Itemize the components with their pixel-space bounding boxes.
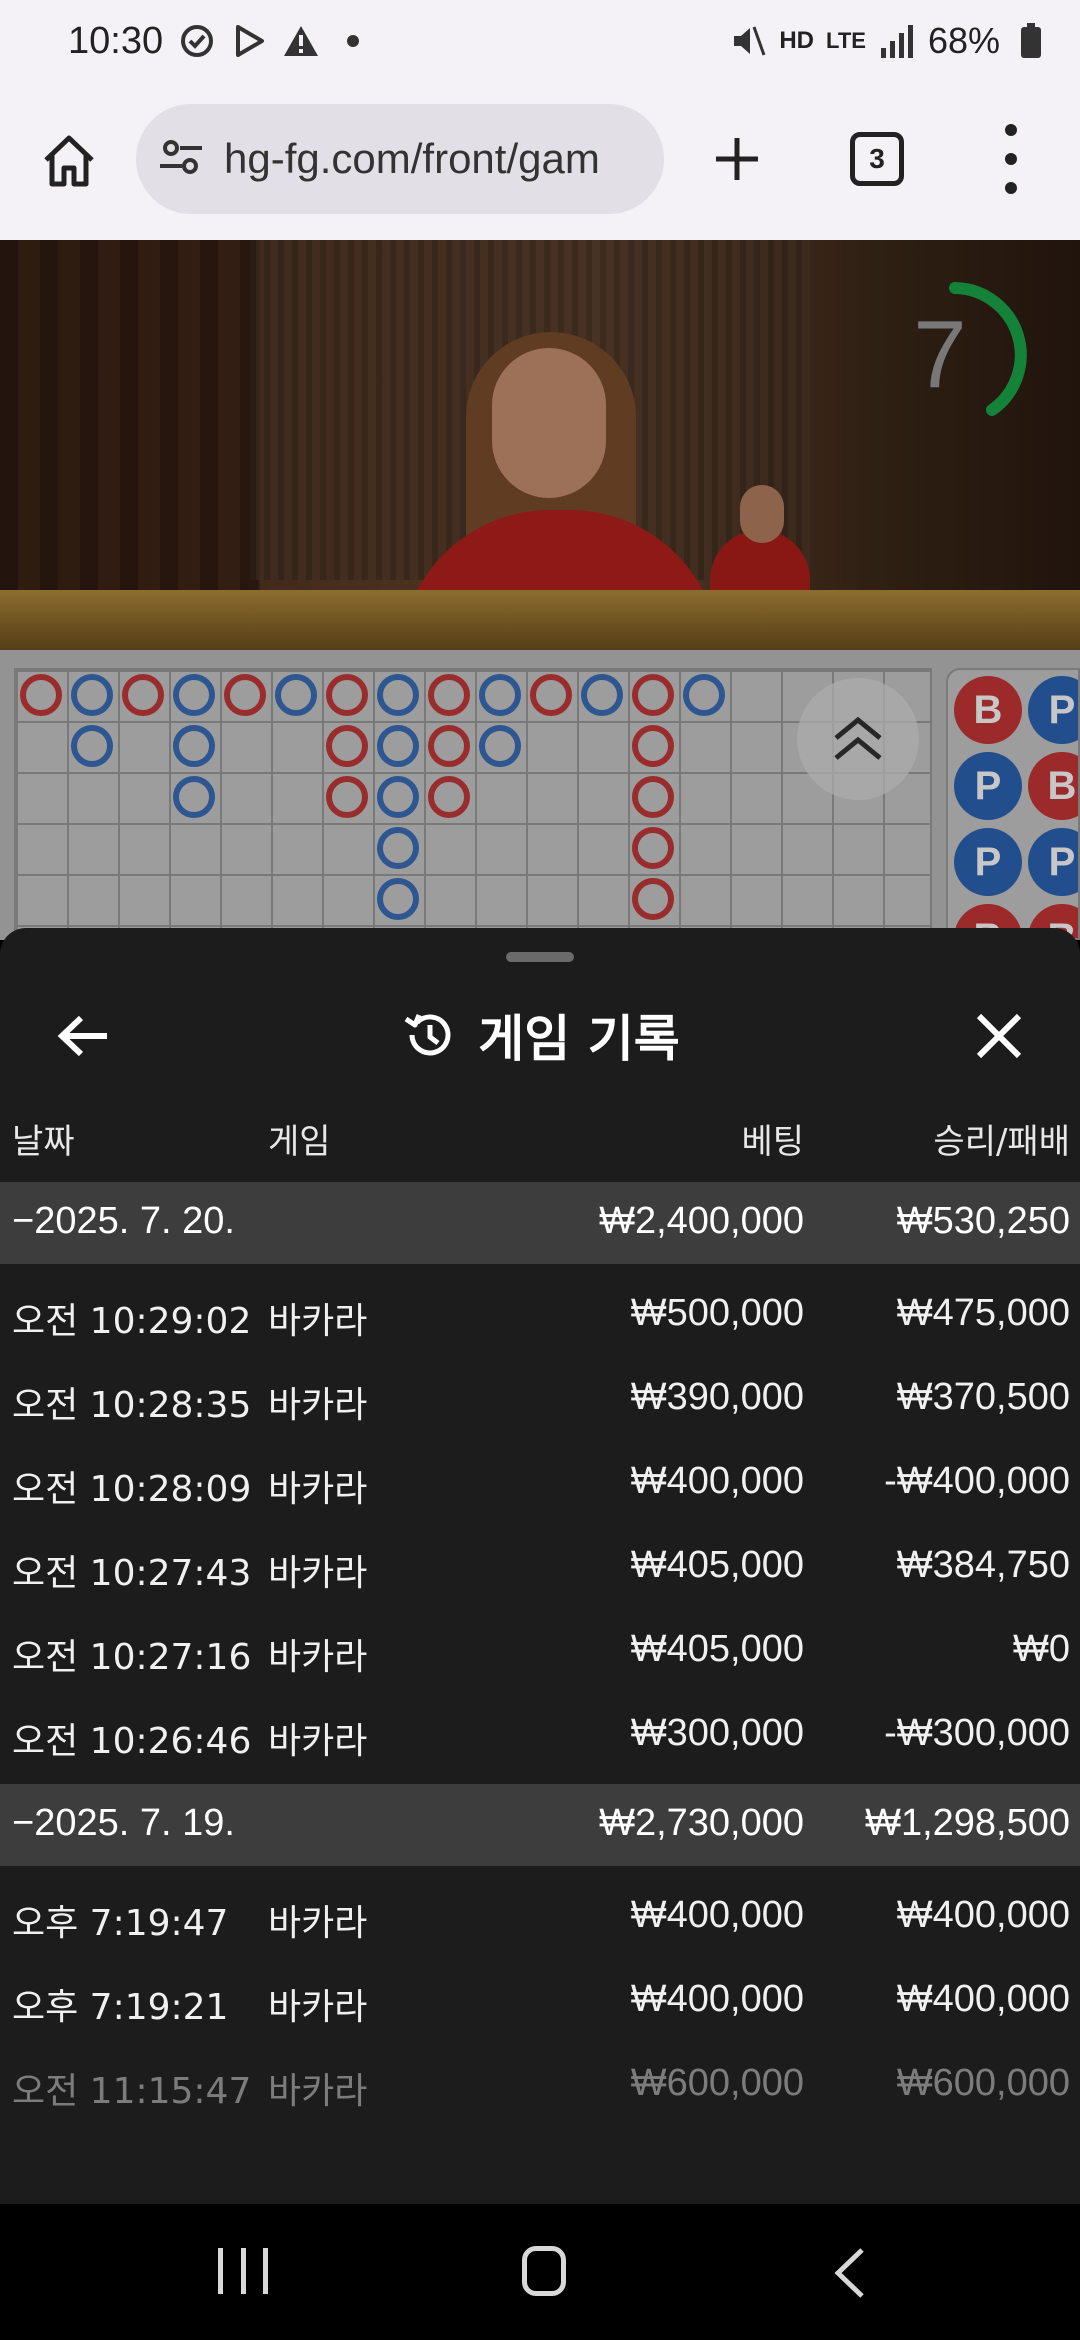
play-store-icon [230, 22, 268, 60]
history-row[interactable]: 오전 10:29:02 바카라 ₩500,000 ₩475,000 [0, 1270, 1080, 1354]
group-bet-total: ₩2,730,000 [599, 1802, 804, 1844]
row-bet: ₩400,000 [630, 1460, 804, 1502]
row-game: 바카라 [268, 1987, 368, 2028]
history-row[interactable]: 오전 10:28:35 바카라 ₩390,000 ₩370,500 [0, 1354, 1080, 1438]
game-history-sheet: 게임 기록 날짜 게임 베팅 승리/패배 −2025. 7. 20. ₩2,40… [0, 928, 1080, 2204]
history-row[interactable]: 오전 10:27:16 바카라 ₩405,000 ₩0 [0, 1606, 1080, 1690]
new-tab-button[interactable] [702, 124, 772, 194]
group-date: −2025. 7. 19. [12, 1802, 235, 1844]
history-row[interactable]: 오후 7:19:47 바카라 ₩400,000 ₩400,000 [0, 1872, 1080, 1956]
row-game: 바카라 [268, 1721, 368, 1762]
row-result: ₩475,000 [896, 1292, 1070, 1334]
row-time: 오전 10:28:35 [12, 1385, 252, 1426]
history-row[interactable]: 오전 10:26:46 바카라 ₩300,000 -₩300,000 [0, 1690, 1080, 1774]
row-game: 바카라 [268, 1385, 368, 1426]
row-bet: ₩600,000 [630, 2062, 804, 2104]
row-game: 바카라 [268, 1903, 368, 1944]
address-bar[interactable]: hg-fg.com/front/gam [136, 104, 664, 214]
row-time: 오후 7:19:47 [12, 1903, 229, 1944]
row-game: 바카라 [268, 2071, 368, 2112]
row-time: 오전 10:27:43 [12, 1553, 252, 1594]
system-home-button[interactable] [522, 2246, 566, 2296]
hd-voice-label: HD [779, 27, 815, 54]
site-settings-icon[interactable] [158, 137, 204, 181]
row-bet: ₩400,000 [630, 1978, 804, 2020]
battery-percent: 68% [927, 20, 1000, 61]
home-icon [44, 135, 94, 187]
group-bet-total: ₩2,400,000 [599, 1200, 804, 1242]
history-row[interactable]: 오후 7:19:21 바카라 ₩400,000 ₩400,000 [0, 1956, 1080, 2040]
system-navigation-bar [0, 2204, 1080, 2340]
browser-toolbar: hg-fg.com/front/gam 3 [0, 92, 1080, 240]
close-icon [976, 1013, 1022, 1059]
row-bet: ₩390,000 [630, 1376, 804, 1418]
row-result: ₩370,500 [896, 1376, 1070, 1418]
home-button[interactable] [34, 126, 104, 196]
vpn-shield-icon [178, 22, 216, 60]
row-time: 오전 11:15:47 [12, 2071, 252, 2112]
plus-icon [716, 138, 758, 180]
row-bet: ₩405,000 [630, 1544, 804, 1586]
sheet-backdrop[interactable] [0, 240, 1080, 940]
row-game: 바카라 [268, 1553, 368, 1594]
sheet-drag-handle[interactable] [506, 952, 574, 962]
row-game: 바카라 [268, 1637, 368, 1678]
row-time: 오전 10:26:46 [12, 1721, 252, 1762]
tab-switcher-button[interactable]: 3 [850, 132, 904, 186]
row-result: -₩300,000 [884, 1712, 1070, 1754]
row-result: ₩384,750 [896, 1544, 1070, 1586]
network-type-label: LTE [826, 28, 866, 53]
history-icon [404, 1014, 451, 1056]
group-date: −2025. 7. 20. [12, 1200, 235, 1242]
row-time: 오후 7:19:21 [12, 1987, 229, 2028]
close-button[interactable] [966, 996, 1032, 1076]
history-row[interactable]: 오전 10:28:09 바카라 ₩400,000 -₩400,000 [0, 1438, 1080, 1522]
row-time: 오전 10:27:16 [12, 1637, 252, 1678]
date-group-header[interactable]: −2025. 7. 20. ₩2,400,000 ₩530,250 [0, 1182, 1080, 1264]
row-result: ₩400,000 [896, 1978, 1070, 2020]
system-icons: HD LTE 68% [729, 20, 1050, 62]
group-result-total: ₩530,250 [896, 1200, 1070, 1242]
more-menu-button[interactable] [996, 124, 1026, 194]
warning-icon [282, 22, 320, 60]
row-game: 바카라 [268, 1301, 368, 1342]
history-row[interactable]: 오전 10:27:43 바카라 ₩405,000 ₩384,750 [0, 1522, 1080, 1606]
system-back-button[interactable] [830, 2246, 870, 2300]
row-time: 오전 10:28:09 [12, 1469, 252, 1510]
column-header-date: 날짜 [12, 1122, 75, 1162]
recent-apps-button[interactable] [218, 2248, 268, 2294]
row-result: ₩400,000 [896, 1894, 1070, 1936]
column-header-bet: 베팅 [741, 1122, 804, 1162]
status-time: 10:30 [68, 20, 164, 62]
history-table-header: 날짜 게임 베팅 승리/패배 [0, 1114, 1080, 1174]
row-time: 오전 10:29:02 [12, 1301, 252, 1342]
sheet-title: 게임 기록 [478, 1010, 680, 1068]
row-bet: ₩400,000 [630, 1894, 804, 1936]
row-bet: ₩405,000 [630, 1628, 804, 1670]
status-bar: 10:30 HD LTE 68% [0, 0, 1080, 92]
row-bet: ₩300,000 [630, 1712, 804, 1754]
column-header-game: 게임 [268, 1122, 331, 1162]
date-group-header[interactable]: −2025. 7. 19. ₩2,730,000 ₩1,298,500 [0, 1784, 1080, 1866]
row-game: 바카라 [268, 1469, 368, 1510]
notification-icons [178, 22, 372, 60]
dot-icon [334, 22, 372, 60]
signal-icon [878, 22, 916, 60]
battery-icon [1012, 22, 1050, 60]
row-result: -₩400,000 [884, 1460, 1070, 1502]
row-result: ₩600,000 [896, 2062, 1070, 2104]
group-result-total: ₩1,298,500 [865, 1802, 1070, 1844]
url-text[interactable]: hg-fg.com/front/gam [224, 135, 600, 183]
history-row[interactable]: 오전 11:15:47 바카라 ₩600,000 ₩600,000 [0, 2040, 1080, 2124]
row-bet: ₩500,000 [630, 1292, 804, 1334]
sheet-header: 게임 기록 [0, 990, 1080, 1080]
column-header-win-loss: 승리/패배 [933, 1122, 1070, 1162]
row-result: ₩0 [1013, 1628, 1070, 1670]
mute-icon [729, 22, 767, 60]
